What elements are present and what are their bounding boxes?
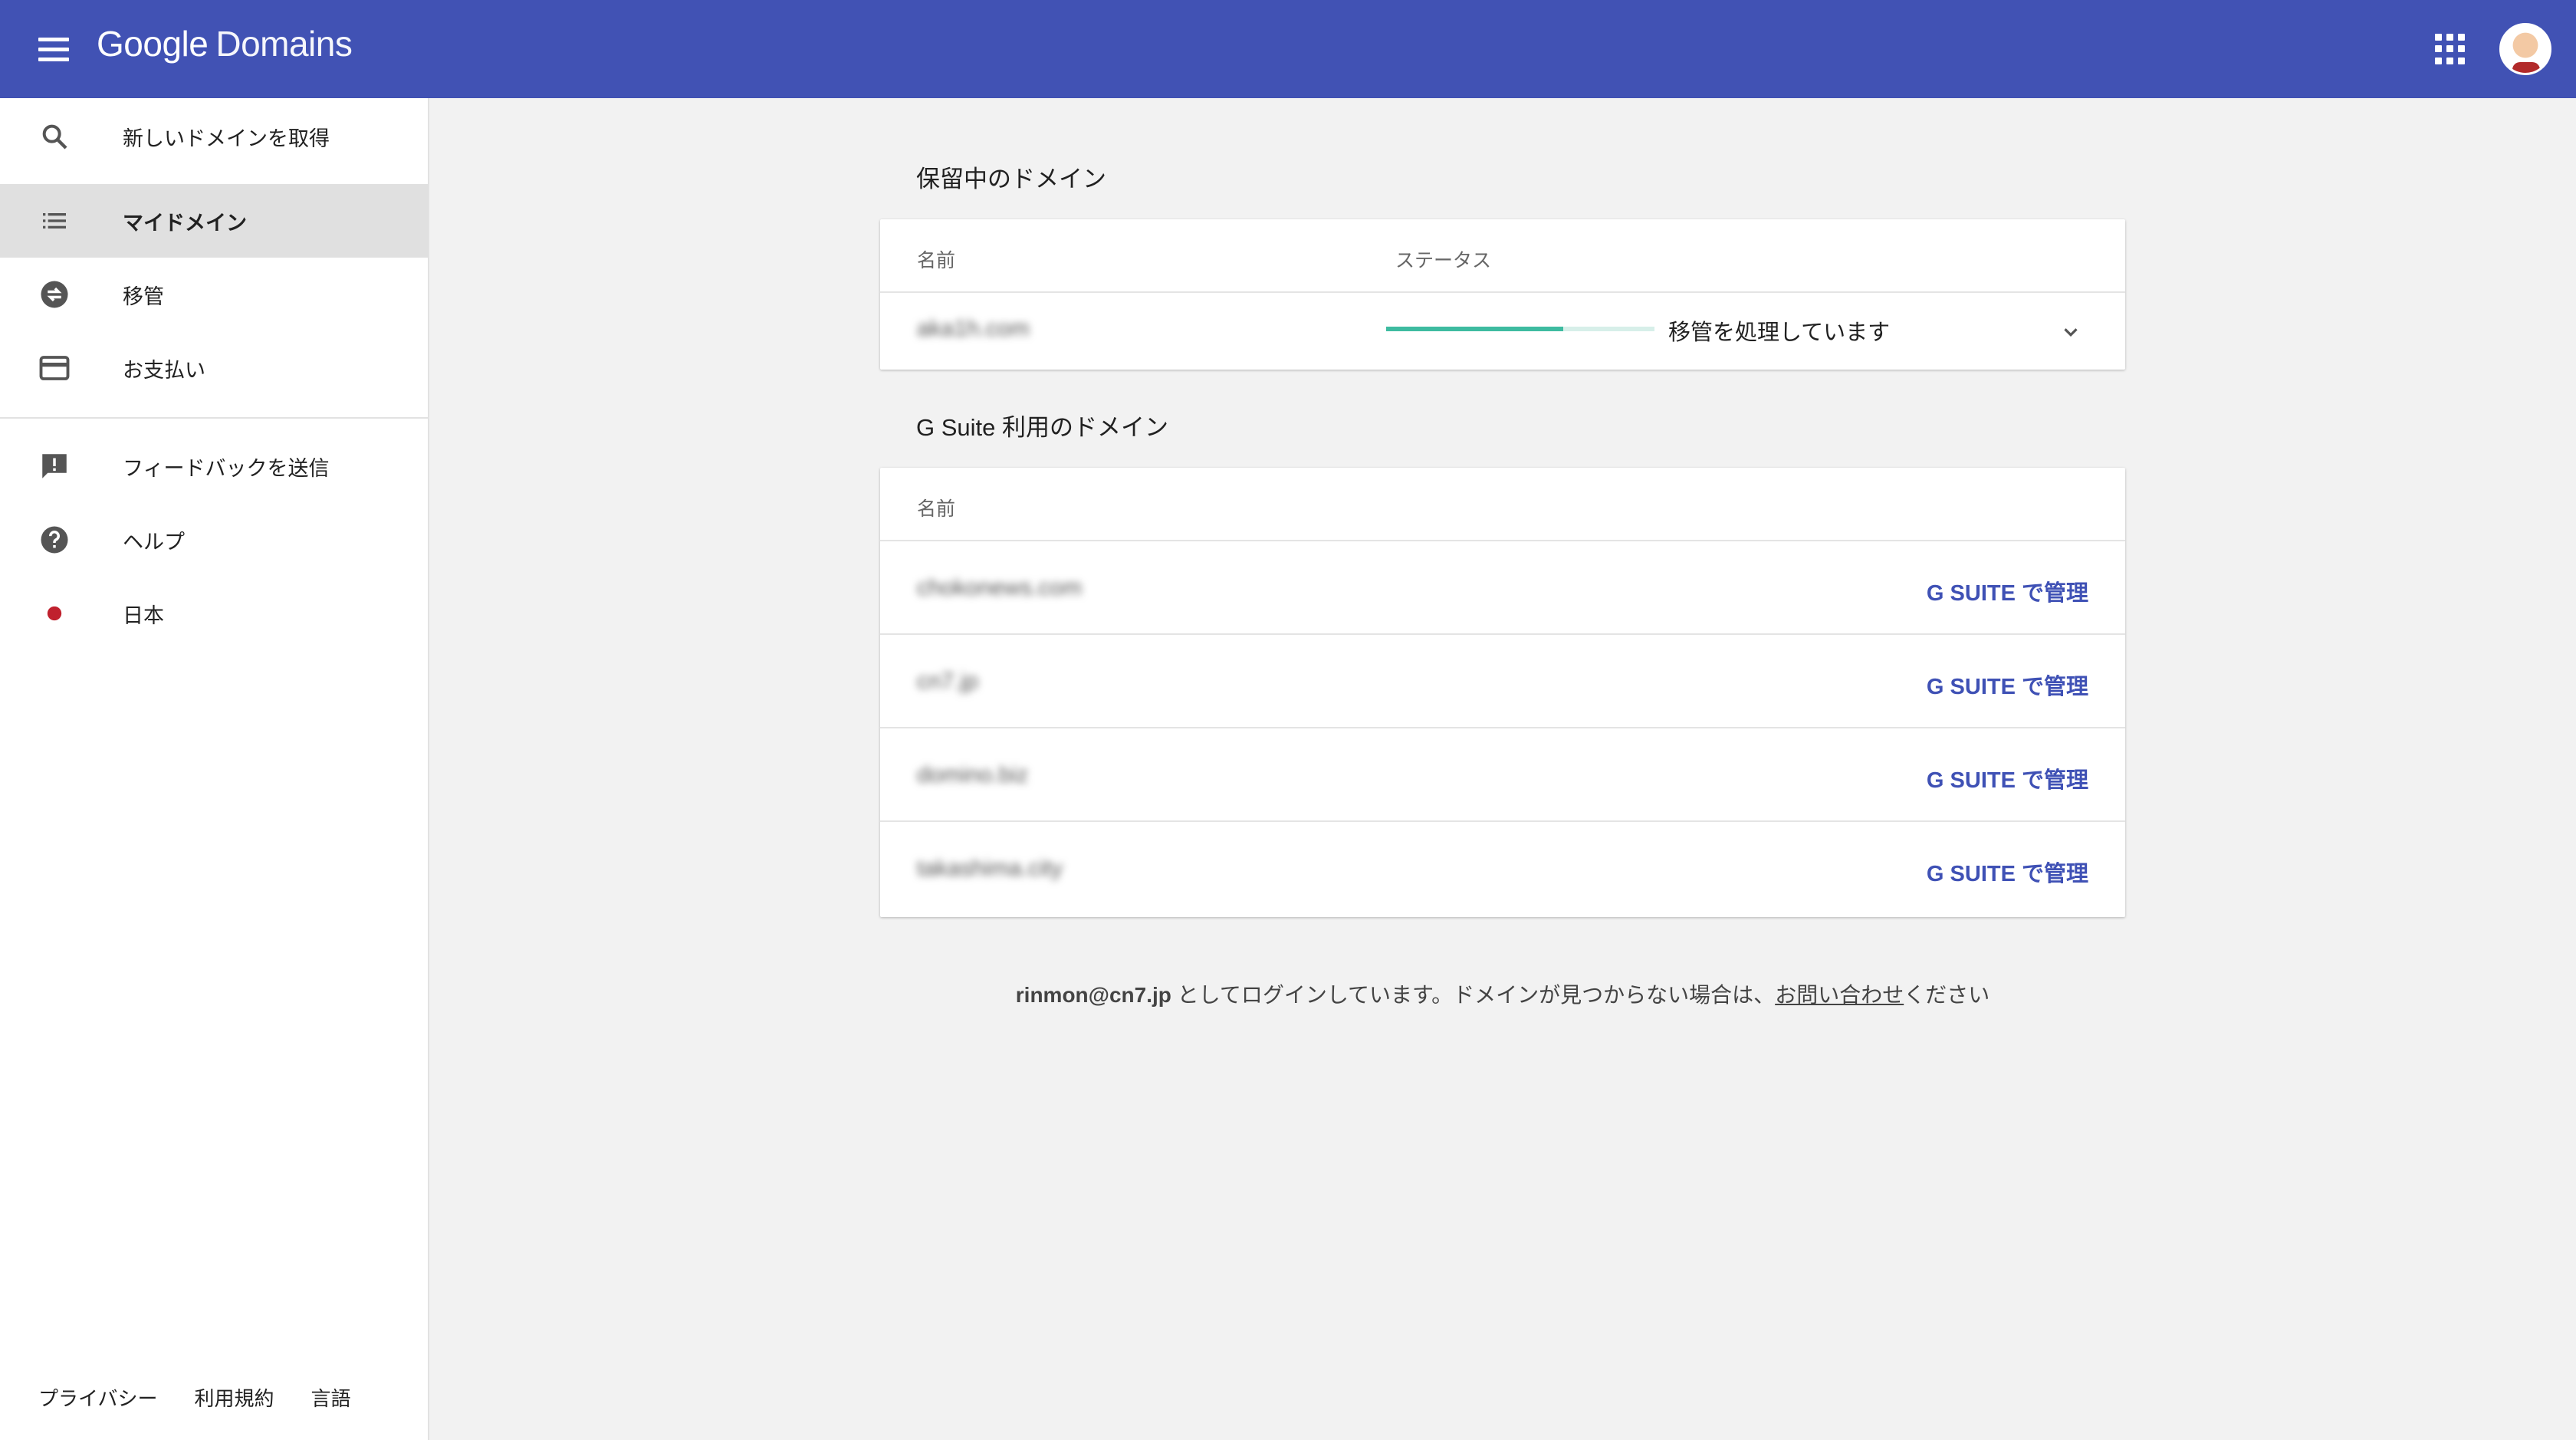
sidebar-divider	[0, 417, 428, 419]
contact-link[interactable]: お問い合わせ	[1775, 983, 1904, 1007]
column-header-name: 名前	[917, 250, 956, 271]
transfer-icon	[37, 277, 72, 312]
sidebar: 新しいドメインを取得 マイドメイン 移管 お支払い フィードバックを送信 ヘルプ	[0, 98, 429, 1440]
domain-name: cn7.jp	[917, 669, 979, 694]
credit-card-icon	[37, 350, 72, 386]
login-note-end: ください	[1904, 983, 1990, 1007]
sidebar-item-get-domain[interactable]: 新しいドメインを取得	[0, 100, 428, 173]
manage-gsuite-button[interactable]: G SUITE で管理	[1927, 762, 2088, 794]
menu-icon[interactable]	[34, 31, 74, 67]
sidebar-item-label: 新しいドメインを取得	[123, 127, 330, 150]
domain-name: chokonews.com	[917, 575, 1083, 600]
brand-domains: Domains	[215, 24, 353, 64]
column-header-name: 名前	[917, 498, 956, 520]
domain-name: takashima.city	[917, 856, 1063, 881]
apps-grid-icon[interactable]	[2435, 34, 2466, 64]
login-note-text: としてログインしています。ドメインが見つからない場合は、	[1171, 983, 1776, 1007]
table-row: cn7.jp G SUITE で管理	[880, 635, 2125, 728]
gsuite-section-title: G Suite 利用のドメイン	[916, 414, 1168, 441]
manage-gsuite-button[interactable]: G SUITE で管理	[1927, 669, 2088, 701]
terms-link[interactable]: 利用規約	[194, 1383, 274, 1412]
sidebar-item-label: お支払い	[123, 358, 205, 382]
sidebar-item-billing[interactable]: お支払い	[0, 331, 428, 405]
language-link[interactable]: 言語	[311, 1383, 351, 1412]
table-row: domino.biz G SUITE で管理	[880, 728, 2125, 822]
feedback-icon	[37, 449, 72, 484]
sidebar-item-transfer[interactable]: 移管	[0, 258, 428, 331]
pending-domains-card: 名前 ステータス aka1h.com 移管を処理しています	[880, 219, 2125, 370]
sidebar-footer: プライバシー 利用規約 言語	[38, 1383, 351, 1412]
table-row: chokonews.com G SUITE で管理	[880, 541, 2125, 635]
table-header: 名前	[880, 468, 2125, 541]
list-icon	[37, 203, 72, 238]
pending-section-title: 保留中のドメイン	[916, 166, 1106, 192]
table-header: 名前 ステータス	[880, 219, 2125, 293]
avatar[interactable]	[2499, 23, 2551, 75]
login-note: rinmon@cn7.jp としてログインしています。ドメインが見つからない場合…	[880, 978, 2125, 1009]
manage-gsuite-button[interactable]: G SUITE で管理	[1927, 575, 2088, 607]
help-icon	[37, 522, 72, 557]
brand-google: Google	[97, 24, 209, 64]
manage-gsuite-button[interactable]: G SUITE で管理	[1927, 856, 2088, 888]
sidebar-item-label: マイドメイン	[123, 211, 247, 235]
sidebar-item-label: ヘルプ	[123, 530, 185, 554]
domain-name: domino.biz	[917, 762, 1029, 787]
sidebar-item-feedback[interactable]: フィードバックを送信	[0, 429, 428, 503]
sidebar-item-label: 移管	[123, 284, 164, 308]
login-email: rinmon@cn7.jp	[1015, 983, 1171, 1007]
table-row: takashima.city G SUITE で管理	[880, 822, 2125, 916]
japan-flag-icon	[37, 596, 72, 631]
sidebar-item-my-domains[interactable]: マイドメイン	[0, 184, 428, 258]
sidebar-item-label: 日本	[123, 603, 164, 627]
sidebar-item-country[interactable]: 日本	[0, 577, 428, 650]
gsuite-domains-card: 名前 chokonews.com G SUITE で管理 cn7.jp G SU…	[880, 468, 2125, 917]
column-header-status: ステータス	[1395, 250, 1492, 271]
domain-name: aka1h.com	[917, 316, 1030, 341]
brand-logo[interactable]: Google Domains	[97, 23, 353, 75]
status-text: 移管を処理しています	[1668, 321, 1891, 345]
table-row[interactable]: aka1h.com 移管を処理しています	[880, 293, 2125, 367]
sidebar-item-help[interactable]: ヘルプ	[0, 503, 428, 577]
search-icon	[37, 119, 72, 154]
chevron-down-icon[interactable]	[2059, 321, 2082, 344]
transfer-progress-bar	[1386, 327, 1654, 331]
sidebar-item-label: フィードバックを送信	[123, 456, 330, 480]
app-bar: Google Domains	[0, 0, 2576, 98]
privacy-link[interactable]: プライバシー	[38, 1383, 157, 1412]
